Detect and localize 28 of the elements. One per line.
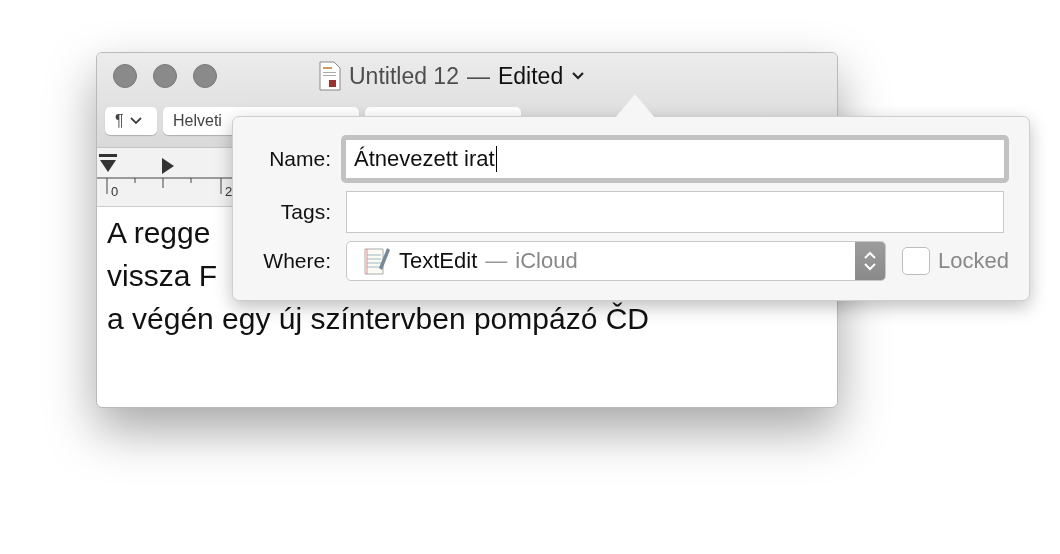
chevron-down-icon <box>129 117 142 125</box>
document-text-line: A regge <box>107 215 211 251</box>
window-control-button[interactable] <box>153 64 177 88</box>
edited-status[interactable]: Edited <box>497 62 564 90</box>
ruler-label: 0 <box>111 184 119 199</box>
window-control-button[interactable] <box>193 64 217 88</box>
title-separator: — <box>466 62 490 90</box>
where-label: Where: <box>263 249 332 273</box>
document-text-line: a végén egy új színtervben pompázó ČD <box>107 301 649 337</box>
chevron-down-icon[interactable] <box>571 71 586 81</box>
tags-label: Tags: <box>280 200 332 224</box>
document-text-line: vissza F <box>107 258 217 294</box>
notepad-icon <box>363 246 391 276</box>
location-name: iCloud <box>515 248 578 274</box>
document-icon <box>319 61 341 91</box>
window-control-button[interactable] <box>113 64 137 88</box>
location-popup[interactable]: TextEdit — iCloud <box>346 241 887 281</box>
paragraph-style-button[interactable]: ¶ <box>105 107 157 135</box>
stepper-icon <box>855 242 886 280</box>
locked-label: Locked <box>938 248 1009 274</box>
name-field[interactable]: Átnevezett irat <box>341 135 1009 183</box>
locked-checkbox[interactable] <box>902 247 931 275</box>
location-separator: — <box>485 248 508 274</box>
window-title: Untitled 12 <box>349 62 459 90</box>
tags-field[interactable] <box>346 191 1004 233</box>
app-name: TextEdit <box>399 248 478 274</box>
ruler-label: 2 <box>225 184 233 199</box>
name-label: Name: <box>269 147 332 171</box>
